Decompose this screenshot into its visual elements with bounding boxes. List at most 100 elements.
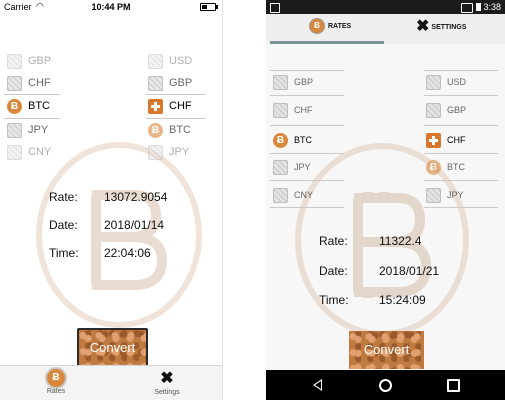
- to-currency-usd[interactable]: USD: [148, 52, 192, 70]
- currency-label: JPY: [294, 162, 311, 172]
- bitcoin-icon: Ƀ: [273, 132, 288, 148]
- time-label: Time:: [319, 293, 349, 307]
- recent-apps-icon[interactable]: [447, 379, 460, 392]
- usd-flag-icon: [148, 53, 163, 69]
- top-tab-bar: Ƀ RATES ✖ SETTINGS: [266, 14, 505, 44]
- jpy-flag-icon: [273, 159, 288, 175]
- jpy-flag-icon: [7, 122, 22, 138]
- status-time: 3:38: [483, 2, 501, 12]
- ios-screen: Carrier ◠ 10:44 PM GBP CHF Ƀ BTC JPY CNY…: [0, 0, 223, 400]
- currency-label: GBP: [169, 77, 193, 89]
- from-currency-gbp[interactable]: GBP: [273, 73, 313, 91]
- tab-label: RATES: [328, 22, 352, 30]
- android-screen: 3:38 Ƀ RATES ✖ SETTINGS GBP CHF Ƀ BTC JP…: [266, 0, 505, 400]
- currency-label: BTC: [447, 162, 465, 172]
- currency-label: CNY: [28, 146, 52, 158]
- gbp-flag-icon: [426, 102, 441, 118]
- home-icon[interactable]: [379, 379, 392, 392]
- battery-icon: [476, 3, 481, 11]
- date-label: Date:: [49, 218, 78, 232]
- gbp-flag-icon: [7, 53, 22, 69]
- to-currency-jpy[interactable]: JPY: [426, 186, 464, 204]
- from-currency-cny[interactable]: CNY: [273, 186, 313, 204]
- to-currency-gbp[interactable]: GBP: [148, 74, 192, 92]
- currency-label: BTC: [28, 100, 50, 112]
- from-currency-btc-selected[interactable]: Ƀ BTC: [7, 97, 50, 115]
- bitcoin-icon: Ƀ: [148, 122, 163, 138]
- usd-flag-icon: [426, 74, 441, 90]
- rate-label: Rate:: [49, 190, 78, 204]
- currency-label: GBP: [447, 105, 467, 115]
- rate-value: 11322.4: [379, 234, 422, 248]
- jpy-flag-icon: [148, 144, 163, 160]
- jpy-flag-icon: [426, 187, 441, 203]
- convert-button[interactable]: Convert: [349, 331, 424, 369]
- currency-label: JPY: [28, 124, 49, 136]
- signal-icon: [461, 3, 473, 13]
- tab-label: SETTINGS: [431, 23, 467, 31]
- to-currency-btc[interactable]: Ƀ BTC: [426, 158, 465, 176]
- chf-flag-icon: [7, 75, 22, 91]
- tab-settings[interactable]: ✖ SETTINGS: [416, 19, 466, 35]
- currency-label: GBP: [28, 55, 52, 67]
- to-currency-usd[interactable]: USD: [426, 73, 466, 91]
- currency-label: BTC: [169, 124, 191, 136]
- currency-label: USD: [169, 55, 193, 67]
- currency-label: CHF: [28, 77, 51, 89]
- time-value: 22:04:06: [104, 246, 151, 260]
- to-currency-chf-selected[interactable]: CHF: [426, 131, 466, 149]
- currency-label: CHF: [169, 100, 192, 112]
- from-currency-chf[interactable]: CHF: [7, 74, 51, 92]
- convert-button[interactable]: Convert: [77, 328, 148, 367]
- currency-label: CHF: [294, 105, 313, 115]
- from-currency-jpy[interactable]: JPY: [273, 158, 311, 176]
- to-currency-chf-selected[interactable]: CHF: [148, 97, 192, 115]
- to-currency-gbp[interactable]: GBP: [426, 101, 466, 119]
- tab-label: Settings: [154, 389, 180, 396]
- chf-flag-icon: [426, 132, 441, 148]
- tab-label: Rates: [46, 388, 66, 395]
- rate-label: Rate:: [319, 234, 348, 248]
- currency-label: GBP: [294, 77, 314, 87]
- bitcoin-icon: Ƀ: [426, 159, 441, 175]
- status-bar: 3:38: [266, 0, 505, 14]
- tab-indicator: [270, 41, 384, 44]
- from-currency-chf[interactable]: CHF: [273, 101, 313, 119]
- bitcoin-coin-icon: Ƀ: [310, 19, 324, 33]
- to-currency-jpy[interactable]: JPY: [148, 143, 189, 161]
- from-currency-jpy[interactable]: JPY: [7, 121, 48, 139]
- bitcoin-coin-icon: Ƀ: [47, 369, 65, 387]
- currency-label: JPY: [169, 146, 190, 158]
- currency-label: JPY: [447, 190, 464, 200]
- back-icon[interactable]: [313, 379, 322, 391]
- tab-rates[interactable]: Ƀ RATES: [310, 19, 351, 33]
- date-value: 2018/01/14: [104, 218, 165, 232]
- navigation-bar: [266, 370, 505, 400]
- time-label: Time:: [49, 246, 79, 260]
- cny-flag-icon: [7, 144, 22, 160]
- chf-flag-icon: [148, 98, 163, 114]
- to-currency-btc[interactable]: Ƀ BTC: [148, 121, 191, 139]
- tab-rates[interactable]: Ƀ Rates: [26, 369, 86, 395]
- status-bar: Carrier ◠ 10:44 PM: [0, 0, 222, 14]
- bitcoin-icon: Ƀ: [7, 98, 22, 114]
- currency-label: CHF: [447, 135, 466, 145]
- cny-flag-icon: [273, 187, 288, 203]
- time-value: 15:24:09: [379, 293, 426, 307]
- gbp-flag-icon: [273, 74, 288, 90]
- currency-label: USD: [447, 77, 467, 87]
- tools-icon: ✖: [416, 18, 430, 35]
- from-currency-cny[interactable]: CNY: [7, 143, 51, 161]
- tab-settings[interactable]: ✖ Settings: [137, 369, 197, 396]
- from-currency-gbp[interactable]: GBP: [7, 52, 51, 70]
- bitcoin-watermark-icon: [36, 142, 202, 328]
- battery-icon: [200, 3, 218, 11]
- date-label: Date:: [319, 264, 348, 278]
- notification-icon: [270, 3, 280, 13]
- rate-value: 13072.9054: [104, 190, 168, 204]
- from-currency-btc-selected[interactable]: Ƀ BTC: [273, 131, 312, 149]
- status-time: 10:44 PM: [91, 2, 131, 12]
- tab-bar: Ƀ Rates ✖ Settings: [0, 365, 222, 400]
- currency-label: BTC: [294, 135, 312, 145]
- tools-icon: ✖: [160, 370, 174, 387]
